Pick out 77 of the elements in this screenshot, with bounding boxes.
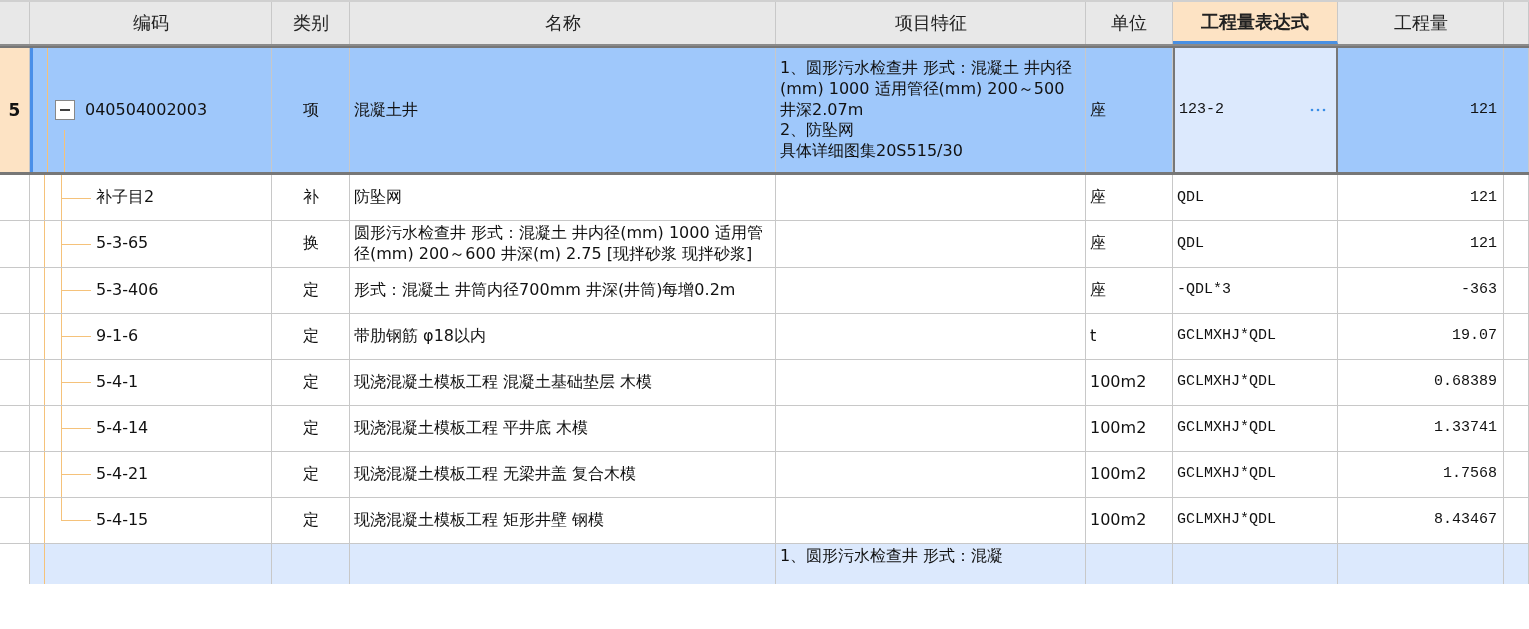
code-text: 5-3-65 (96, 233, 149, 255)
table-row[interactable]: 9-1-6 定 带肋钢筋 φ18以内 t GCLMXHJ*QDL 19.07 (0, 313, 1529, 360)
unit-text: 座 (1090, 233, 1106, 255)
column-header[interactable]: 工程量表达式 (1173, 2, 1338, 44)
features-text: 具体详细图集20S515/30 (780, 141, 964, 162)
unit-text: 100m2 (1090, 509, 1147, 531)
code-text: 5-4-21 (96, 463, 149, 485)
unit-text: t (1090, 325, 1097, 347)
expression-text: GCLMXHJ*QDL (1177, 464, 1277, 484)
expression-text: -QDL*3 (1177, 280, 1231, 300)
type-text: 定 (302, 509, 319, 531)
code-text: 9-1-6 (96, 325, 139, 347)
column-header[interactable]: 名称 (350, 2, 776, 44)
quantity-text: 121 (1470, 187, 1497, 208)
table-row[interactable]: 5 040504002003 项 混凝土井 1、圆形污水检查井 形式：混凝土 井内径(mm) 1000 适用管径(mm) 200～500 井深2.07m 2、防坠网 具体详细图集20S515/30 座 123-2 121 (0, 46, 1529, 175)
name-text: 现浇混凝土模板工程 矩形井壁 钢模 (354, 509, 605, 531)
table-row[interactable]: 5-4-1 定 现浇混凝土模板工程 混凝土基础垫层 木模 100m2 GCLMXHJ*QDL 0.68389 (0, 359, 1529, 406)
unit-text: 100m2 (1090, 371, 1147, 393)
name-text: 防坠网 (354, 187, 402, 208)
unit-text: 座 (1090, 99, 1106, 121)
column-header[interactable]: 类别 (272, 2, 350, 44)
unit-text: 座 (1090, 187, 1106, 208)
type-text: 定 (302, 463, 319, 485)
quantity-text: 121 (1470, 100, 1497, 120)
quantity-text: 8.43467 (1434, 510, 1497, 530)
expression-text: QDL (1177, 234, 1204, 254)
expression-text: GCLMXHJ*QDL (1177, 326, 1277, 346)
type-text: 补 (302, 187, 319, 208)
table-row[interactable]: 5-3-65 换 圆形污水检查井 形式：混凝土 井内径(mm) 1000 适用管径(mm) 200～600 井深(m) 2.75 [现拌砂浆 现拌砂浆] 座 QDL 121 (0, 221, 1529, 268)
column-header[interactable]: 项目特征 (776, 2, 1086, 44)
type-text: 定 (302, 325, 319, 347)
expression-text: QDL (1177, 187, 1204, 208)
name-text: 现浇混凝土模板工程 混凝土基础垫层 木模 (354, 371, 653, 393)
table-row[interactable]: 5-4-21 定 现浇混凝土模板工程 无梁井盖 复合木模 100m2 GCLMXHJ*QDL 1.7568 (0, 451, 1529, 498)
unit-text: 座 (1090, 279, 1106, 301)
row-number: 5 (8, 98, 21, 122)
features-text: 2、防坠网 (780, 120, 856, 142)
name-text: 圆形污水检查井 形式：混凝土 井内径(mm) 1000 适用管径(mm) 200～600 井深(m) 2.75 [现拌砂浆 现拌砂浆] (354, 223, 764, 265)
type-text: 换 (302, 233, 319, 255)
code-text: 040504002003 (85, 99, 208, 121)
unit-text: 100m2 (1090, 417, 1147, 439)
table-row[interactable]: 1、圆形污水检查井 形式：混凝 (0, 543, 1529, 584)
table-row[interactable]: 5-3-406 定 形式：混凝土 井筒内径700mm 井深(井筒)每增0.2m 座 -QDL*3 -363 (0, 267, 1529, 314)
more-icon[interactable] (1310, 108, 1326, 112)
name-text: 带肋钢筋 φ18以内 (354, 325, 486, 347)
code-text: 5-4-14 (96, 417, 149, 439)
quantity-text: 121 (1470, 234, 1497, 254)
code-text: 5-4-1 (96, 371, 139, 393)
expression-text: 123-2 (1179, 100, 1224, 120)
name-text: 形式：混凝土 井筒内径700mm 井深(井筒)每增0.2m (354, 279, 736, 301)
type-text: 定 (302, 417, 319, 439)
quantity-text: 0.68389 (1434, 372, 1497, 392)
expression-text: GCLMXHJ*QDL (1177, 510, 1277, 530)
table-row[interactable]: 补子目2 补 防坠网 座 QDL 121 (0, 175, 1529, 221)
code-text: 5-4-15 (96, 509, 149, 531)
name-text: 现浇混凝土模板工程 无梁井盖 复合木模 (354, 463, 637, 485)
column-header[interactable]: 工程量 (1338, 2, 1504, 44)
expression-text: GCLMXHJ*QDL (1177, 372, 1277, 392)
type-text: 定 (302, 279, 319, 301)
quantity-text: 1.7568 (1443, 464, 1497, 484)
unit-text: 100m2 (1090, 463, 1147, 485)
expression-text: GCLMXHJ*QDL (1177, 418, 1277, 438)
quantity-text: 19.07 (1452, 326, 1497, 346)
type-text: 定 (302, 371, 319, 393)
column-header[interactable]: 编码 (30, 2, 272, 44)
name-text: 现浇混凝土模板工程 平井底 木模 (354, 417, 589, 439)
code-text: 5-3-406 (96, 279, 159, 301)
name-text: 混凝土井 (354, 99, 418, 121)
quantity-text: 1.33741 (1434, 418, 1497, 438)
type-text: 项 (302, 99, 319, 121)
features-text: 1、圆形污水检查井 形式：混凝 (780, 545, 1004, 567)
quantity-text: -363 (1461, 280, 1497, 300)
table-row[interactable]: 5-4-15 定 现浇混凝土模板工程 矩形井壁 钢模 100m2 GCLMXHJ*QDL 8.43467 (0, 497, 1529, 544)
code-text: 补子目2 (96, 187, 155, 208)
collapse-icon[interactable] (55, 100, 75, 120)
table-row[interactable]: 5-4-14 定 现浇混凝土模板工程 平井底 木模 100m2 GCLMXHJ*QDL 1.33741 (0, 405, 1529, 452)
features-text: 1、圆形污水检查井 形式：混凝土 井内径(mm) 1000 适用管径(mm) 200～500 井深2.07m (780, 58, 1074, 121)
